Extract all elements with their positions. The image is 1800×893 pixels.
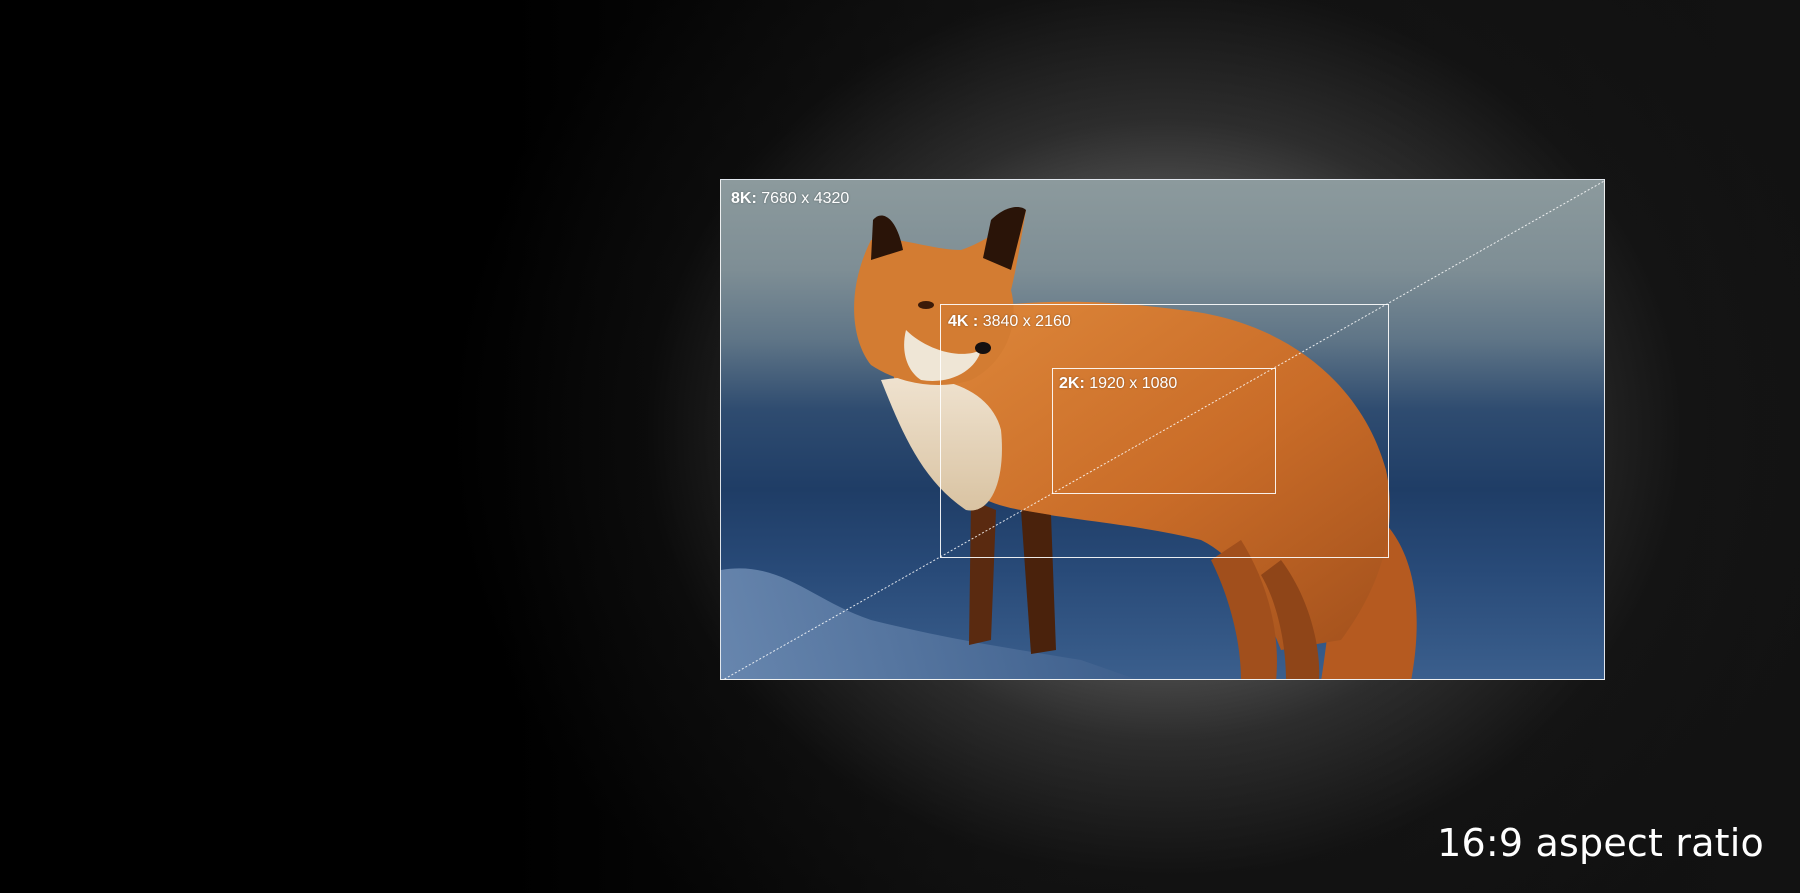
fox-illustration — [721, 207, 1417, 679]
resolution-comparison-graphic: 8K: 7680 x 4320 4K : 3840 x 2160 2K: 192… — [0, 0, 1800, 893]
label-8k-dims: 7680 x 4320 — [761, 190, 850, 207]
fox-photo: 8K: 7680 x 4320 4K : 3840 x 2160 2K: 192… — [720, 179, 1605, 680]
label-8k-name: 8K: — [731, 190, 757, 207]
label-8k: 8K: 7680 x 4320 — [731, 190, 849, 208]
aspect-ratio-caption: 16:9 aspect ratio — [1437, 821, 1764, 865]
